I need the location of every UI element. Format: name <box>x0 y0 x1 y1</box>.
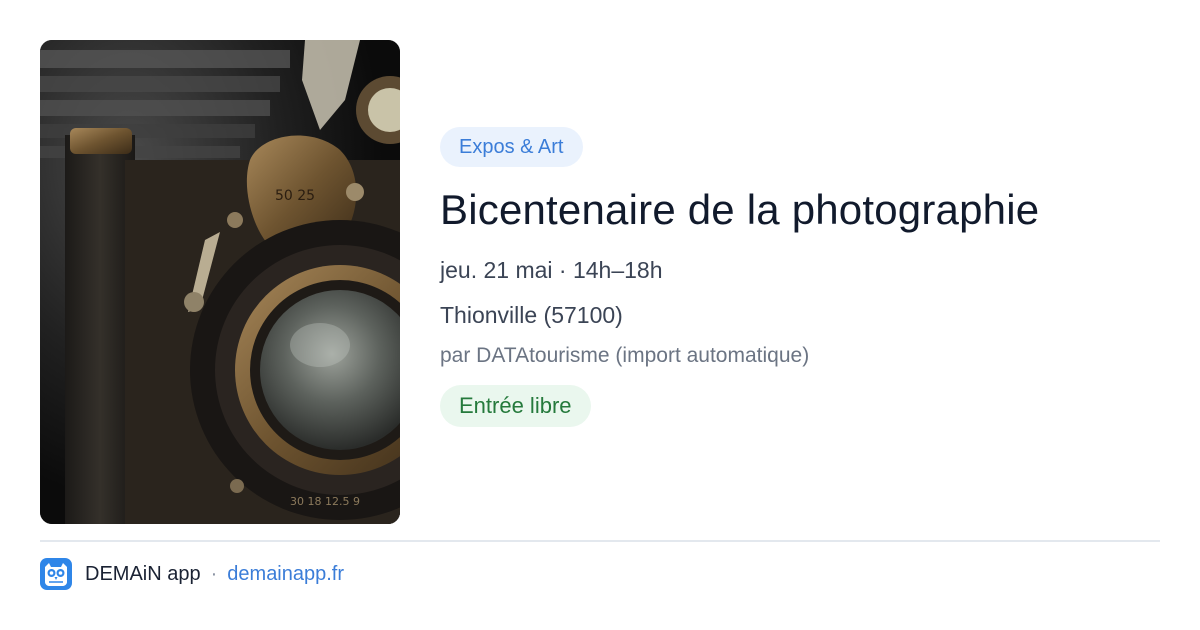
svg-text:50 25: 50 25 <box>275 188 315 204</box>
event-share-card: 50 25 30 18 12.5 9 Expos & Art Bicentena… <box>0 0 1200 630</box>
footer: DEMAiN app · demainapp.fr <box>40 558 344 590</box>
event-source: par DATAtourisme (import automatique) <box>440 344 810 367</box>
app-name: DEMAiN app <box>85 562 201 585</box>
site-link[interactable]: demainapp.fr <box>227 563 344 586</box>
price-badge: Entrée libre <box>440 385 591 427</box>
owl-logo-icon <box>40 558 72 590</box>
footer-divider <box>40 540 1160 542</box>
event-photo: 50 25 30 18 12.5 9 <box>40 40 400 524</box>
footer-separator: · <box>210 562 218 585</box>
event-date-time: jeu. 21 mai · 14h–18h <box>440 257 663 283</box>
svg-text:30 18 12.5 9: 30 18 12.5 9 <box>290 495 360 508</box>
category-badge[interactable]: Expos & Art <box>440 127 583 167</box>
event-title: Bicentenaire de la photographie <box>440 186 1040 233</box>
event-info: Expos & Art Bicentenaire de la photograp… <box>440 127 1160 427</box>
event-location: Thionville (57100) <box>440 302 623 328</box>
